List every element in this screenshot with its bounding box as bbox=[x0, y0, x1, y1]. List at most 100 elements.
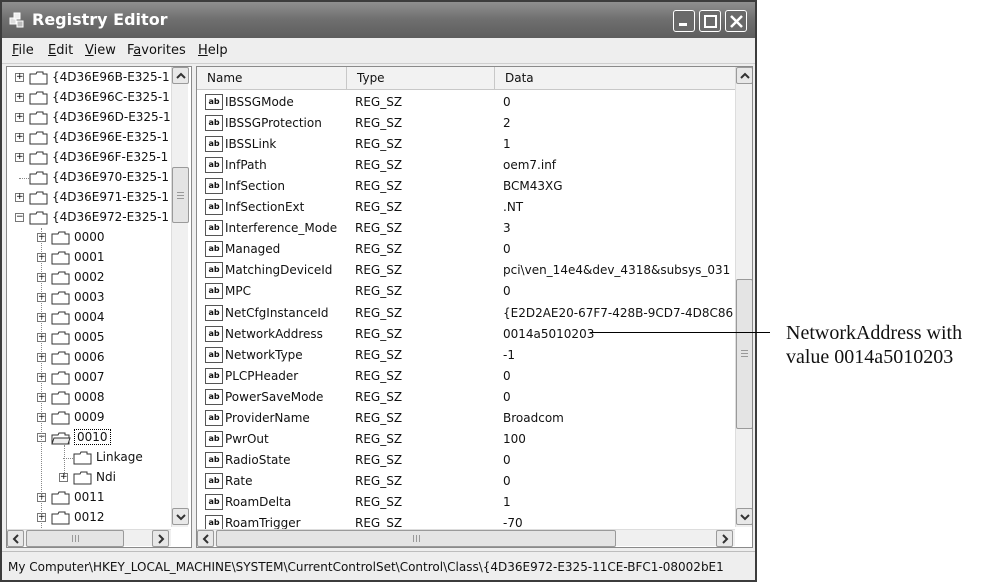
folder-icon bbox=[29, 171, 48, 185]
tree-node[interactable]: +0000 bbox=[7, 228, 171, 248]
value-type: REG_SZ bbox=[355, 305, 403, 320]
tree-node[interactable]: + {4D36E96D-E325-1 bbox=[7, 108, 171, 128]
minimize-button[interactable] bbox=[673, 10, 695, 32]
tree-node[interactable]: +0005 bbox=[7, 328, 171, 348]
tree-scroll-right-button[interactable] bbox=[152, 530, 169, 547]
values-scroll-down-button[interactable] bbox=[736, 508, 752, 525]
value-row[interactable]: ab PowerSaveMode REG_SZ 0 bbox=[197, 387, 737, 408]
tree-node[interactable]: +0006 bbox=[7, 348, 171, 368]
tree-node[interactable]: +0008 bbox=[7, 388, 171, 408]
string-value-icon: ab bbox=[205, 493, 223, 510]
column-header-name[interactable]: Name bbox=[197, 67, 347, 90]
string-value-icon: ab bbox=[205, 304, 223, 321]
value-row[interactable]: ab IBSSLink REG_SZ 1 bbox=[197, 134, 737, 155]
value-type: REG_SZ bbox=[355, 179, 403, 194]
value-row[interactable]: ab NetworkAddress REG_SZ 0014a5010203 bbox=[197, 324, 737, 345]
value-name: InfSection bbox=[225, 179, 285, 194]
value-row[interactable]: ab MatchingDeviceId REG_SZ pci\ven_14e4&dev… bbox=[197, 260, 737, 281]
values-scroll-up-button[interactable] bbox=[736, 67, 752, 84]
column-header-data[interactable]: Data bbox=[495, 67, 737, 90]
tree-node-label: {4D36E96C-E325-1 bbox=[52, 90, 170, 104]
menu-help[interactable]: Help bbox=[198, 43, 228, 58]
values-scroll-right-button[interactable] bbox=[716, 530, 733, 547]
tree-node[interactable]: +0002 bbox=[7, 268, 171, 288]
tree-scroll-left-button[interactable] bbox=[7, 530, 24, 547]
tree-node[interactable]: Linkage bbox=[7, 448, 171, 468]
value-row[interactable]: ab MPC REG_SZ 0 bbox=[197, 281, 737, 302]
tree-node[interactable]: +0011 bbox=[7, 488, 171, 508]
close-button[interactable] bbox=[725, 10, 747, 32]
maximize-button[interactable] bbox=[699, 10, 721, 32]
value-row[interactable]: ab Rate REG_SZ 0 bbox=[197, 471, 737, 492]
tree-hscroll-thumb[interactable] bbox=[26, 530, 124, 547]
tree-node[interactable]: + {4D36E96E-E325-1 bbox=[7, 128, 171, 148]
tree-node[interactable]: +0009 bbox=[7, 408, 171, 428]
key-tree-pane[interactable]: + {4D36E96B-E325-1 + {4D36E96C-E325-1 + {4D36… bbox=[6, 66, 192, 548]
expand-icon[interactable]: + bbox=[15, 133, 24, 142]
value-row[interactable]: ab NetCfgInstanceId REG_SZ {E2D2AE20-67F7-4… bbox=[197, 303, 737, 324]
tree-node[interactable]: + Ndi bbox=[7, 468, 171, 488]
expand-icon[interactable]: + bbox=[15, 113, 24, 122]
expand-icon[interactable]: + bbox=[15, 153, 24, 162]
value-row[interactable]: ab RadioState REG_SZ 0 bbox=[197, 450, 737, 471]
value-row[interactable]: ab Interference_Mode REG_SZ 3 bbox=[197, 218, 737, 239]
value-row[interactable]: ab IBSSGMode REG_SZ 0 bbox=[197, 92, 737, 113]
chevron-left-icon bbox=[202, 534, 209, 544]
value-type: REG_SZ bbox=[355, 158, 403, 173]
callout-line-2: value 0014a5010203 bbox=[786, 346, 954, 368]
title-bar[interactable]: Registry Editor bbox=[2, 2, 755, 38]
value-row[interactable]: ab InfSectionExt REG_SZ .NT bbox=[197, 197, 737, 218]
menu-edit[interactable]: Edit bbox=[48, 43, 73, 58]
expand-icon[interactable]: + bbox=[15, 73, 24, 82]
tree-node[interactable]: +0004 bbox=[7, 308, 171, 328]
value-row[interactable]: ab IBSSGProtection REG_SZ 2 bbox=[197, 113, 737, 134]
value-row[interactable]: ab InfSection REG_SZ BCM43XG bbox=[197, 176, 737, 197]
tree-node[interactable]: + {4D36E96B-E325-1 bbox=[7, 68, 171, 88]
value-row[interactable]: ab RoamDelta REG_SZ 1 bbox=[197, 492, 737, 513]
tree-node[interactable]: + {4D36E96C-E325-1 bbox=[7, 88, 171, 108]
values-scroll-thumb[interactable] bbox=[736, 279, 752, 429]
tree-node[interactable]: − {4D36E972-E325-1 bbox=[7, 208, 171, 228]
tree-node[interactable]: + {4D36E971-E325-1 bbox=[7, 188, 171, 208]
tree-node[interactable]: +0007 bbox=[7, 368, 171, 388]
value-row[interactable]: ab InfPath REG_SZ oem7.inf bbox=[197, 155, 737, 176]
values-scroll-left-button[interactable] bbox=[197, 530, 214, 547]
values-list-pane[interactable]: Name Type Data ab IBSSGMode REG_SZ 0 ab IBSSG… bbox=[196, 66, 753, 548]
values-vertical-scrollbar[interactable] bbox=[735, 67, 752, 527]
menu-file[interactable]: File bbox=[12, 43, 34, 58]
registry-editor-window: Registry Editor File Edit View Favorites… bbox=[0, 0, 757, 582]
value-name: Managed bbox=[225, 242, 281, 257]
value-row[interactable]: ab NetworkType REG_SZ -1 bbox=[197, 345, 737, 366]
tree-scroll-down-button[interactable] bbox=[172, 508, 189, 525]
values-horizontal-scrollbar[interactable] bbox=[197, 529, 735, 547]
value-row[interactable]: ab PLCPHeader REG_SZ 0 bbox=[197, 366, 737, 387]
tree-scroll-up-button[interactable] bbox=[172, 67, 189, 84]
string-value-icon: ab bbox=[205, 346, 223, 363]
menu-favorites[interactable]: Favorites bbox=[127, 43, 186, 58]
tree-node-label: {4D36E96B-E325-1 bbox=[52, 70, 170, 84]
tree-scroll-thumb[interactable] bbox=[172, 167, 189, 223]
tree-node[interactable]: +0012 bbox=[7, 508, 171, 528]
string-value-icon: ab bbox=[205, 241, 223, 258]
value-row[interactable]: ab ProviderName REG_SZ Broadcom bbox=[197, 408, 737, 429]
collapse-icon[interactable]: − bbox=[15, 213, 24, 222]
expand-icon[interactable]: + bbox=[15, 193, 24, 202]
expand-icon[interactable]: + bbox=[15, 93, 24, 102]
column-header-type[interactable]: Type bbox=[347, 67, 495, 90]
tree-node[interactable]: +0001 bbox=[7, 248, 171, 268]
tree-horizontal-scrollbar[interactable] bbox=[7, 529, 171, 547]
tree-node-label: 0004 bbox=[74, 310, 105, 324]
tree-node[interactable]: + {4D36E96F-E325-1 bbox=[7, 148, 171, 168]
values-hscroll-thumb[interactable] bbox=[216, 530, 616, 547]
menu-bar: File Edit View Favorites Help bbox=[2, 38, 755, 64]
tree-node[interactable]: {4D36E970-E325-1 bbox=[7, 168, 171, 188]
value-data: 0014a5010203 bbox=[503, 326, 595, 341]
value-row[interactable]: ab Managed REG_SZ 0 bbox=[197, 239, 737, 260]
tree-node[interactable]: +0003 bbox=[7, 288, 171, 308]
tree-node[interactable]: −0010 bbox=[7, 428, 171, 448]
value-name: IBSSGMode bbox=[225, 95, 294, 109]
value-row[interactable]: ab PwrOut REG_SZ 100 bbox=[197, 429, 737, 450]
tree-vertical-scrollbar[interactable] bbox=[171, 67, 189, 527]
menu-view[interactable]: View bbox=[85, 43, 116, 58]
value-data: oem7.inf bbox=[503, 158, 557, 173]
